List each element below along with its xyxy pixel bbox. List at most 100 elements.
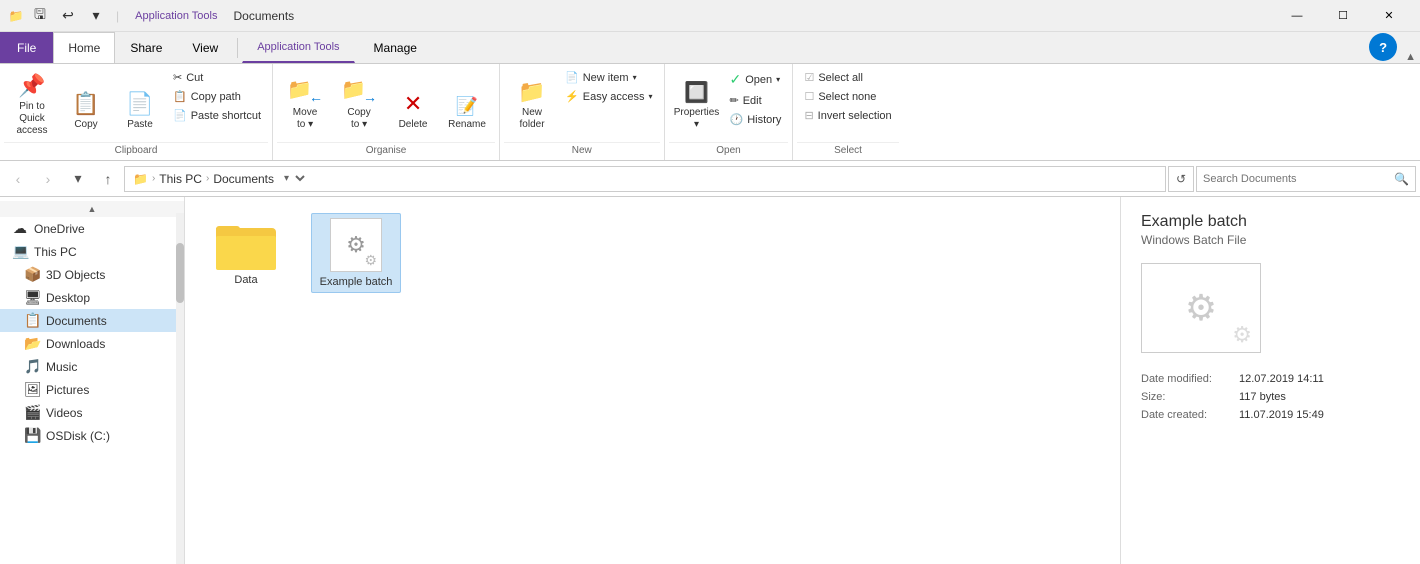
file-area: Data ⚙ ⚙ Example batch bbox=[185, 197, 1120, 564]
copy-to-icon: 📁 → bbox=[341, 77, 377, 105]
file-label-data: Data bbox=[234, 274, 257, 286]
meta-size: Size: 117 bytes bbox=[1141, 391, 1400, 403]
select-all-icon: ☑ bbox=[804, 71, 814, 84]
address-bar: ‹ › ▾ ↑ 📁 › This PC › Documents ▾ ↺ 🔍 bbox=[0, 161, 1420, 197]
delete-btn[interactable]: ✕ Delete bbox=[387, 68, 439, 134]
sidebar-item-onedrive[interactable]: ☁ OneDrive bbox=[0, 217, 184, 240]
sidebar-item-osdisk[interactable]: 💾 OSDisk (C:) bbox=[0, 424, 184, 447]
open-btn[interactable]: ✓ Open ▾ bbox=[725, 68, 787, 91]
breadcrumb-documents[interactable]: Documents bbox=[213, 172, 274, 186]
sidebar-item-documents[interactable]: 📋 Documents bbox=[0, 309, 184, 332]
preview-gear-large-icon: ⚙ bbox=[1185, 287, 1217, 329]
up-btn[interactable]: ↑ bbox=[94, 165, 122, 193]
window-controls: — ☐ ✕ bbox=[1274, 0, 1412, 32]
paste-btn[interactable]: 📄 Paste bbox=[114, 68, 166, 134]
select-label: Select bbox=[797, 142, 898, 160]
ribbon-group-organise: 📁 ← Move to ▾ 📁 → Copy to ▾ ✕ Delete � bbox=[273, 64, 500, 160]
batch-icon: ⚙ ⚙ bbox=[324, 218, 388, 272]
history-btn[interactable]: 🕐 History bbox=[725, 110, 787, 129]
select-all-btn[interactable]: ☑ Select all bbox=[799, 68, 896, 87]
new-item-arrow: ▾ bbox=[633, 73, 637, 82]
properties-icon: 🔲 bbox=[684, 80, 709, 105]
copy-to-btn[interactable]: 📁 → Copy to ▾ bbox=[333, 68, 385, 134]
history-icon: 🕐 bbox=[730, 113, 744, 126]
tab-view[interactable]: View bbox=[177, 32, 233, 63]
gear-large-icon: ⚙ bbox=[346, 232, 366, 258]
select-none-btn[interactable]: ☐ Select none bbox=[799, 87, 896, 106]
refresh-btn[interactable]: ↺ bbox=[1168, 166, 1194, 192]
maximize-btn[interactable]: ☐ bbox=[1320, 0, 1366, 32]
copy-path-icon: 📋 bbox=[173, 90, 187, 103]
sidebar-scrollbar-thumb[interactable] bbox=[176, 243, 184, 303]
copy-icon: 📋 bbox=[72, 91, 99, 117]
sidebar-item-pictures[interactable]: 🖼 Pictures bbox=[0, 378, 184, 401]
pin-icon: 📌 bbox=[18, 73, 45, 99]
easy-access-btn[interactable]: ⚡ Easy access ▾ bbox=[560, 87, 657, 106]
help-btn[interactable]: ? bbox=[1369, 33, 1397, 61]
file-item-data[interactable]: Data bbox=[201, 213, 291, 291]
rename-icon: 📝 bbox=[456, 96, 478, 117]
tab-file[interactable]: File bbox=[0, 32, 53, 63]
paste-shortcut-icon: 📄 bbox=[173, 109, 187, 122]
minimize-btn[interactable]: — bbox=[1274, 0, 1320, 32]
breadcrumb-icon: 📁 bbox=[133, 172, 148, 186]
edit-btn[interactable]: ✏ Edit bbox=[725, 91, 787, 110]
address-dropdown[interactable]: ▾ bbox=[278, 170, 308, 187]
sidebar-item-this-pc[interactable]: 💻 This PC bbox=[0, 240, 184, 263]
paste-icon: 📄 bbox=[126, 91, 153, 117]
size-label: Size: bbox=[1141, 391, 1231, 403]
new-label: New bbox=[504, 142, 659, 160]
rename-btn[interactable]: 📝 Rename bbox=[441, 68, 493, 134]
file-label-batch: Example batch bbox=[320, 276, 393, 288]
sidebar-scroll-up-btn[interactable]: ▲ bbox=[0, 201, 184, 217]
forward-btn[interactable]: › bbox=[34, 165, 62, 193]
qat-dropdown-btn[interactable]: ▾ bbox=[84, 4, 108, 28]
close-btn[interactable]: ✕ bbox=[1366, 0, 1412, 32]
sidebar-item-music[interactable]: 🎵 Music bbox=[0, 355, 184, 378]
tab-home[interactable]: Home bbox=[53, 32, 115, 63]
preview-meta: Date modified: 12.07.2019 14:11 Size: 11… bbox=[1141, 373, 1400, 421]
copy-path-btn[interactable]: 📋 Copy path bbox=[168, 87, 266, 106]
folder-icon bbox=[214, 218, 278, 270]
downloads-icon: 📂 bbox=[24, 335, 40, 352]
edit-icon: ✏ bbox=[730, 94, 739, 107]
qat-save-btn[interactable]: 🖫 bbox=[28, 4, 52, 28]
new-item-btn[interactable]: 📄 New item ▾ bbox=[560, 68, 657, 87]
gear-small-icon: ⚙ bbox=[364, 252, 377, 269]
onedrive-icon: ☁ bbox=[12, 220, 28, 237]
osdisk-icon: 💾 bbox=[24, 427, 40, 444]
sidebar-item-downloads[interactable]: 📂 Downloads bbox=[0, 332, 184, 355]
main-area: ▲ ☁ OneDrive 💻 This PC 📦 3D Objects 🖥 De… bbox=[0, 197, 1420, 564]
sidebar-scrollbar bbox=[176, 213, 184, 564]
invert-selection-icon: ⊟ bbox=[804, 109, 813, 122]
invert-selection-btn[interactable]: ⊟ Invert selection bbox=[799, 106, 896, 125]
tab-app-tools[interactable]: Application Tools bbox=[242, 32, 354, 63]
preview-thumbnail: ⚙ ⚙ bbox=[1141, 263, 1261, 353]
pin-to-quick-access-btn[interactable]: 📌 Pin to Quick access bbox=[6, 68, 58, 140]
date-modified-label: Date modified: bbox=[1141, 373, 1231, 385]
cut-btn[interactable]: ✂ Cut bbox=[168, 68, 266, 87]
sidebar-item-desktop[interactable]: 🖥 Desktop bbox=[0, 286, 184, 309]
title-bar: 📁 🖫 ↩ ▾ | Application Tools Documents — … bbox=[0, 0, 1420, 32]
easy-access-icon: ⚡ bbox=[565, 90, 579, 103]
ribbon-collapse-btn[interactable]: ▲ bbox=[1401, 51, 1420, 63]
sidebar-item-3d-objects[interactable]: 📦 3D Objects bbox=[0, 263, 184, 286]
paste-shortcut-btn[interactable]: 📄 Paste shortcut bbox=[168, 106, 266, 125]
sidebar-item-videos[interactable]: 🎬 Videos bbox=[0, 401, 184, 424]
clipboard-label: Clipboard bbox=[4, 142, 268, 160]
new-folder-btn[interactable]: 📁 New folder bbox=[506, 68, 558, 134]
search-input[interactable] bbox=[1203, 173, 1390, 185]
file-item-example-batch[interactable]: ⚙ ⚙ Example batch bbox=[311, 213, 401, 293]
copy-btn[interactable]: 📋 Copy bbox=[60, 68, 112, 134]
tab-share[interactable]: Share bbox=[115, 32, 177, 63]
move-to-btn[interactable]: 📁 ← Move to ▾ bbox=[279, 68, 331, 134]
tab-manage[interactable]: Manage bbox=[359, 32, 432, 63]
properties-btn[interactable]: 🔲 Properties ▾ bbox=[671, 68, 723, 134]
recent-locations-btn[interactable]: ▾ bbox=[64, 165, 92, 193]
preview-gear-small-icon: ⚙ bbox=[1232, 322, 1252, 348]
title-bar-left: 📁 🖫 ↩ ▾ | Application Tools Documents bbox=[8, 4, 294, 28]
breadcrumb-this-pc[interactable]: This PC bbox=[159, 172, 202, 186]
address-path[interactable]: 📁 › This PC › Documents ▾ bbox=[124, 166, 1166, 192]
qat-undo-btn[interactable]: ↩ bbox=[56, 4, 80, 28]
back-btn[interactable]: ‹ bbox=[4, 165, 32, 193]
